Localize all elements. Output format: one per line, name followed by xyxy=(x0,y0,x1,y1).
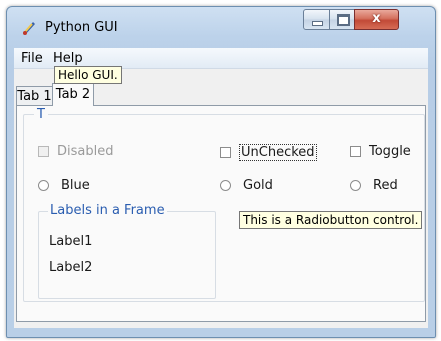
maximize-icon xyxy=(337,14,350,26)
minimize-button[interactable] xyxy=(303,9,331,30)
minimize-icon xyxy=(312,21,323,26)
app-window: Python GUI x File Help Tab 1 Tab 2 T Dis… xyxy=(6,6,436,338)
feather-icon xyxy=(23,22,35,35)
maximize-button[interactable] xyxy=(329,9,356,30)
tab-1[interactable]: Tab 1 xyxy=(16,86,53,106)
radio-gold[interactable]: Gold xyxy=(220,178,273,193)
tab-2[interactable]: Tab 2 xyxy=(52,83,94,106)
group-title: T xyxy=(34,107,48,122)
label-2: Label2 xyxy=(49,260,93,275)
close-button[interactable]: x xyxy=(354,9,399,30)
radio-circle[interactable] xyxy=(220,180,231,191)
checkbox-label[interactable]: UnChecked xyxy=(239,144,317,161)
menu-file[interactable]: File xyxy=(21,51,43,66)
menu-help[interactable]: Help xyxy=(53,51,83,66)
radio-red[interactable]: Red xyxy=(350,178,398,193)
radio-label[interactable]: Blue xyxy=(61,178,90,193)
disabled-checkbox: Disabled xyxy=(38,144,113,159)
checkbox-label: Disabled xyxy=(57,144,114,159)
labels-frame: Labels in a Frame Label1 Label2 xyxy=(38,203,216,299)
checkbox-square[interactable] xyxy=(220,147,231,158)
close-icon: x xyxy=(372,11,381,26)
hello-tooltip: Hello GUI. xyxy=(54,66,122,84)
checkbox-square xyxy=(38,146,49,157)
radio-label[interactable]: Gold xyxy=(243,178,273,193)
radio-blue[interactable]: Blue xyxy=(38,178,90,193)
checkbox-label[interactable]: Toggle xyxy=(369,144,411,159)
radio-circle[interactable] xyxy=(38,180,49,191)
widget-group: T Disabled UnChecked Toggle Blue Gold Re… xyxy=(23,107,425,302)
radio-label[interactable]: Red xyxy=(373,178,398,193)
unchecked-checkbox[interactable]: UnChecked xyxy=(220,144,317,161)
toggle-checkbox[interactable]: Toggle xyxy=(350,144,411,159)
title-bar[interactable]: Python GUI x xyxy=(7,7,435,47)
radiobutton-tooltip: This is a Radiobutton control. xyxy=(239,211,423,229)
checkbox-square[interactable] xyxy=(350,146,361,157)
window-title: Python GUI xyxy=(45,20,118,35)
radio-circle[interactable] xyxy=(350,180,361,191)
label-1: Label1 xyxy=(49,234,93,249)
labels-frame-title: Labels in a Frame xyxy=(48,203,167,218)
client-area: File Help Tab 1 Tab 2 T Disabled UnCheck… xyxy=(14,48,428,328)
